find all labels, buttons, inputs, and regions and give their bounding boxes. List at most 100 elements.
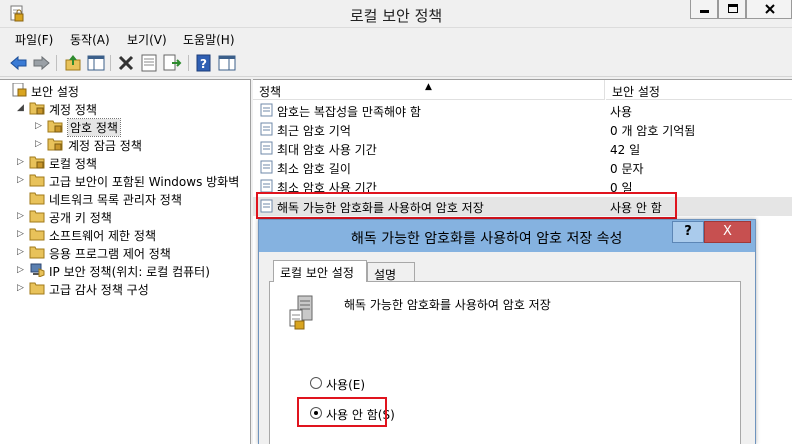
collapsed-arrow-icon[interactable]: ▷	[17, 157, 24, 167]
maximize-icon	[728, 4, 738, 13]
policy-icon	[260, 103, 273, 117]
tree-node-network-list[interactable]: 네트워크 목록 관리자 정책	[0, 190, 250, 208]
radio-circle[interactable]	[310, 377, 322, 389]
tree-node-public-key[interactable]: ▷ 공개 키 정책	[0, 208, 250, 226]
folder-icon	[29, 228, 45, 241]
folder-icon	[29, 174, 45, 187]
radio-label: 사용(E)	[326, 378, 366, 392]
policy-value: 42 일	[610, 143, 641, 157]
tree-label: 소프트웨어 제한 정책	[49, 229, 156, 243]
close-button[interactable]	[746, 0, 792, 19]
tree-label: 네트워크 목록 관리자 정책	[49, 193, 182, 207]
collapsed-arrow-icon[interactable]: ▷	[35, 139, 42, 149]
collapsed-arrow-icon[interactable]: ▷	[17, 247, 24, 257]
column-header-setting[interactable]: 보안 설정	[606, 80, 792, 100]
tree-label: 계정 정책	[49, 103, 97, 117]
policy-name: 최대 암호 사용 기간	[277, 143, 377, 157]
toolbar-separator	[110, 55, 111, 71]
dialog-title: 해독 가능한 암호화를 사용하여 암호 저장 속성	[351, 231, 623, 247]
folder-icon	[29, 246, 45, 259]
action-pane-icon[interactable]	[217, 53, 237, 73]
policy-value: 0 개 암호 기억됨	[610, 124, 696, 138]
collapsed-arrow-icon[interactable]: ▷	[17, 283, 24, 293]
up-folder-icon[interactable]	[63, 53, 83, 73]
policy-row[interactable]: 암호는 복잡성을 만족해야 함 사용	[253, 101, 792, 120]
highlight-annotation-box	[256, 192, 677, 219]
policy-name: 최소 암호 길이	[277, 162, 351, 176]
tree-node-ip-security[interactable]: ▷ IP 보안 정책(위치: 로컬 컴퓨터)	[0, 262, 250, 280]
policy-icon	[260, 160, 273, 174]
collapsed-arrow-icon[interactable]: ▷	[17, 265, 24, 275]
toolbar: ?	[0, 50, 792, 77]
highlight-annotation-box	[297, 397, 387, 427]
window-title: 로컬 보안 정책	[349, 7, 443, 25]
show-hide-tree-icon[interactable]	[86, 53, 106, 73]
policy-row[interactable]: 최대 암호 사용 기간 42 일	[253, 139, 792, 158]
svg-text:?: ?	[200, 57, 207, 71]
policy-description: 해독 가능한 암호화를 사용하여 암호 저장	[344, 298, 551, 312]
tree-label: 고급 감사 정책 구성	[49, 283, 149, 297]
policy-icon	[260, 122, 273, 136]
tree-node-security-settings[interactable]: 보안 설정	[0, 82, 250, 100]
help-icon[interactable]: ?	[194, 53, 214, 73]
forward-icon[interactable]	[31, 53, 51, 73]
policy-value: 사용	[610, 105, 633, 119]
tree-label: 계정 잠금 정책	[68, 139, 142, 153]
tree-pane: 보안 설정 ◢ 계정 정책 ▷ 암호 정책 ▷ 계정 잠금 정책 ▷ 로컬 정책	[0, 79, 251, 444]
title-bar: 로컬 보안 정책	[0, 0, 792, 28]
menu-help[interactable]: 도움말(H)	[183, 31, 235, 48]
tree-node-account-policies[interactable]: ◢ 계정 정책	[0, 100, 250, 118]
menu-file[interactable]: 파일(F)	[15, 31, 53, 48]
tree-node-local-policies[interactable]: ▷ 로컬 정책	[0, 154, 250, 172]
policy-value: 0 문자	[610, 162, 644, 176]
folder-lock-icon	[29, 102, 45, 115]
export-icon[interactable]	[162, 53, 182, 73]
tree-node-software-restriction[interactable]: ▷ 소프트웨어 제한 정책	[0, 226, 250, 244]
expanded-arrow-icon[interactable]: ◢	[17, 103, 24, 113]
maximize-button[interactable]	[718, 0, 746, 19]
tree-node-firewall[interactable]: ▷ 고급 보안이 포함된 Windows 방화벽	[0, 172, 250, 190]
collapsed-arrow-icon[interactable]: ▷	[17, 175, 24, 185]
policy-name: 최근 암호 기억	[277, 124, 351, 138]
folder-lock-icon	[47, 138, 63, 151]
column-header-label: 보안 설정	[612, 85, 660, 99]
tree-label: 공개 키 정책	[49, 211, 112, 225]
tree-label: 로컬 정책	[49, 157, 97, 171]
back-icon[interactable]	[9, 53, 29, 73]
dialog-title-bar: 해독 가능한 암호화를 사용하여 암호 저장 속성 ? X	[259, 220, 755, 252]
policy-icon	[260, 179, 273, 193]
minimize-button[interactable]	[690, 0, 718, 19]
folder-lock-icon	[29, 156, 45, 169]
tab-local-security-setting[interactable]: 로컬 보안 설정	[273, 260, 367, 282]
delete-icon[interactable]	[116, 53, 136, 73]
column-header-policy[interactable]: 정책 ▲	[253, 80, 605, 100]
collapsed-arrow-icon[interactable]: ▷	[17, 211, 24, 221]
tree-node-advanced-audit[interactable]: ▷ 고급 감사 정책 구성	[0, 280, 250, 298]
tab-explain[interactable]: 설명	[367, 262, 415, 282]
menu-bar: 파일(F) 동작(A) 보기(V) 도움말(H)	[0, 28, 792, 50]
tree-label: 응용 프로그램 제어 정책	[49, 247, 171, 261]
ip-security-icon	[30, 263, 45, 277]
policy-row[interactable]: 최소 암호 길이 0 문자	[253, 158, 792, 177]
dialog-close-button[interactable]: X	[704, 221, 751, 243]
folder-icon	[29, 282, 45, 295]
tree-node-lockout-policy[interactable]: ▷ 계정 잠금 정책	[0, 136, 250, 154]
menu-action[interactable]: 동작(A)	[70, 31, 110, 48]
tree-label: 고급 보안이 포함된 Windows 방화벽	[49, 175, 240, 189]
column-header-label: 정책	[259, 85, 282, 99]
tree-label: 보안 설정	[31, 85, 79, 99]
server-policy-icon	[289, 295, 313, 330]
minimize-icon	[700, 10, 709, 13]
folder-lock-icon	[47, 120, 63, 133]
menu-view[interactable]: 보기(V)	[127, 31, 167, 48]
dialog-help-button[interactable]: ?	[672, 221, 704, 243]
collapsed-arrow-icon[interactable]: ▷	[17, 229, 24, 239]
properties-icon[interactable]	[139, 53, 159, 73]
collapsed-arrow-icon[interactable]: ▷	[35, 121, 42, 131]
policy-row[interactable]: 최근 암호 기억 0 개 암호 기억됨	[253, 120, 792, 139]
close-icon	[765, 4, 775, 14]
toolbar-separator	[188, 55, 189, 71]
tree-node-app-control[interactable]: ▷ 응용 프로그램 제어 정책	[0, 244, 250, 262]
security-settings-icon	[12, 83, 27, 97]
tree-node-password-policy[interactable]: ▷ 암호 정책	[0, 118, 250, 137]
